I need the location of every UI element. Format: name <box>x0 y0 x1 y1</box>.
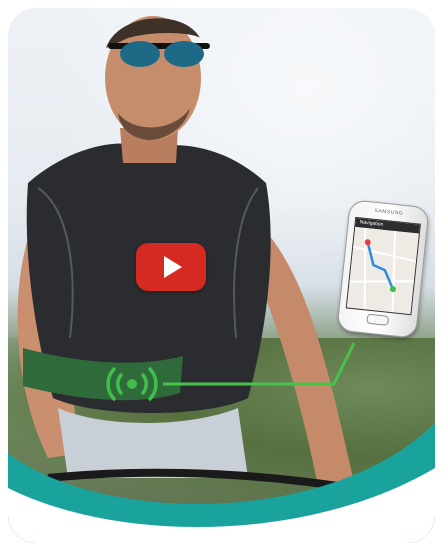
smartphone: SAMSUNG Navigation <box>336 199 430 339</box>
sunglasses-right-lens <box>164 41 204 67</box>
play-icon <box>164 256 182 278</box>
sunglasses-left-lens <box>120 41 160 67</box>
map-route-icon <box>346 226 419 315</box>
phone-screen: Navigation <box>345 216 421 316</box>
youtube-play-button[interactable] <box>136 243 206 291</box>
phone-home-button <box>366 313 390 326</box>
video-thumbnail-card[interactable]: SAMSUNG Navigation <box>8 8 435 543</box>
bottom-wave-decoration <box>8 423 435 543</box>
